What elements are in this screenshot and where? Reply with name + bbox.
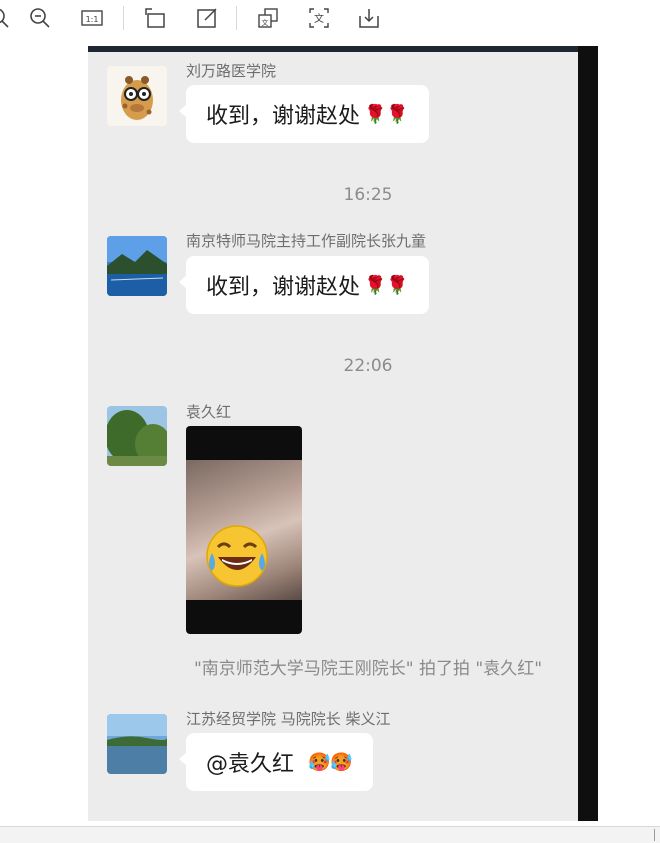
- svg-text:1:1: 1:1: [86, 15, 99, 24]
- message-text: @袁久红: [206, 752, 295, 777]
- message-bubble[interactable]: 收到，谢谢赵处 🌹🌹: [179, 85, 429, 143]
- sender-name: 江苏经贸学院 马院院长 柴义江: [186, 710, 391, 728]
- edit-icon[interactable]: [193, 4, 221, 32]
- rotate-icon[interactable]: [141, 4, 169, 32]
- scrollbar-thumb[interactable]: [654, 829, 655, 841]
- hot-face-emoji: 🥵🥵: [308, 751, 353, 773]
- message-bubble[interactable]: @袁久红 🥵🥵: [179, 733, 373, 791]
- timestamp: 22:06: [343, 356, 393, 376]
- avatar-forest[interactable]: [107, 406, 167, 466]
- zoom-out-icon[interactable]: [26, 4, 54, 32]
- pat-notification: "南京师范大学马院王刚院长" 拍了拍 "袁久红": [193, 659, 543, 679]
- avatar-giraffe[interactable]: [107, 66, 167, 126]
- toolbar-divider: [236, 6, 237, 30]
- chat-header-strip: [88, 46, 578, 52]
- actual-size-icon[interactable]: 1:1: [78, 4, 106, 32]
- image-message[interactable]: [186, 426, 302, 634]
- message-text: 收到，谢谢赵处: [206, 104, 361, 129]
- crop-icon[interactable]: 文: [254, 4, 282, 32]
- message-text: 收到，谢谢赵处: [206, 275, 361, 300]
- sender-name: 袁久红: [186, 403, 232, 421]
- translate-icon[interactable]: 文: [305, 4, 333, 32]
- toolbar-divider: [123, 6, 124, 30]
- download-icon[interactable]: [355, 4, 383, 32]
- zoom-in-icon[interactable]: [0, 4, 14, 32]
- chat-screenshot: 刘万路医学院 收到，谢谢赵处 🌹🌹 16:25 南京特师马院主持工作副院长张九童…: [88, 46, 598, 821]
- rose-emoji: 🌹🌹: [364, 103, 409, 125]
- sender-name: 南京特师马院主持工作副院长张九童: [186, 232, 427, 250]
- viewer-toolbar: 1:1 文 文: [0, 0, 660, 36]
- message-bubble[interactable]: 收到，谢谢赵处 🌹🌹: [179, 256, 429, 314]
- horizontal-scrollbar[interactable]: [0, 826, 660, 843]
- sender-name: 刘万路医学院: [186, 62, 277, 80]
- tears-of-joy-emoji: [206, 525, 268, 587]
- avatar-lake[interactable]: [107, 714, 167, 774]
- screenshot-edge: [578, 46, 598, 821]
- avatar-landscape[interactable]: [107, 236, 167, 296]
- rose-emoji: 🌹🌹: [364, 274, 409, 296]
- svg-text:文: 文: [314, 12, 324, 25]
- svg-text:文: 文: [262, 18, 269, 27]
- chat-area: 刘万路医学院 收到，谢谢赵处 🌹🌹 16:25 南京特师马院主持工作副院长张九童…: [88, 46, 578, 821]
- timestamp: 16:25: [343, 185, 393, 205]
